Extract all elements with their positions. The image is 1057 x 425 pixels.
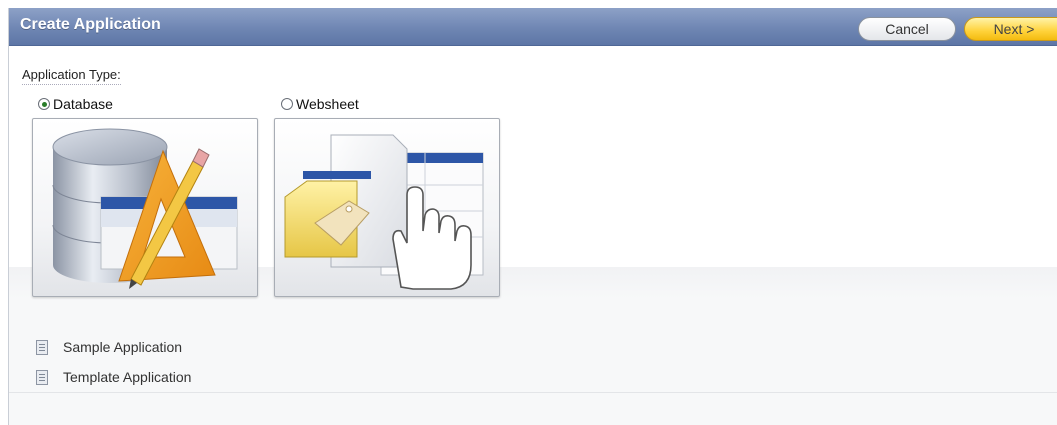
next-button[interactable]: Next > <box>964 17 1057 41</box>
database-radio[interactable] <box>38 98 50 110</box>
database-radio-label: Database <box>53 96 113 112</box>
websheet-tile[interactable] <box>274 118 500 297</box>
header-bar: Create Application Cancel Next > <box>9 8 1057 46</box>
document-icon <box>36 339 48 355</box>
template-application-link[interactable]: Template Application <box>36 369 191 385</box>
cancel-button[interactable]: Cancel <box>858 17 956 41</box>
application-type-label: Application Type: <box>22 67 121 85</box>
websheet-radio-label: Websheet <box>296 96 359 112</box>
divider <box>9 392 1057 393</box>
database-design-icon <box>52 128 238 289</box>
database-tile[interactable] <box>32 118 258 297</box>
websheet-hand-icon <box>284 134 484 290</box>
page-title: Create Application <box>20 16 161 33</box>
websheet-radio[interactable] <box>281 98 293 110</box>
database-radio-option[interactable]: Database <box>38 95 113 113</box>
sample-application-link[interactable]: Sample Application <box>36 339 182 355</box>
sample-application-label: Sample Application <box>63 339 183 355</box>
template-application-label: Template Application <box>63 369 192 385</box>
websheet-radio-option[interactable]: Websheet <box>281 95 359 113</box>
create-application-panel: Create Application Cancel Next > Applica… <box>8 8 1057 425</box>
document-icon <box>36 369 48 385</box>
